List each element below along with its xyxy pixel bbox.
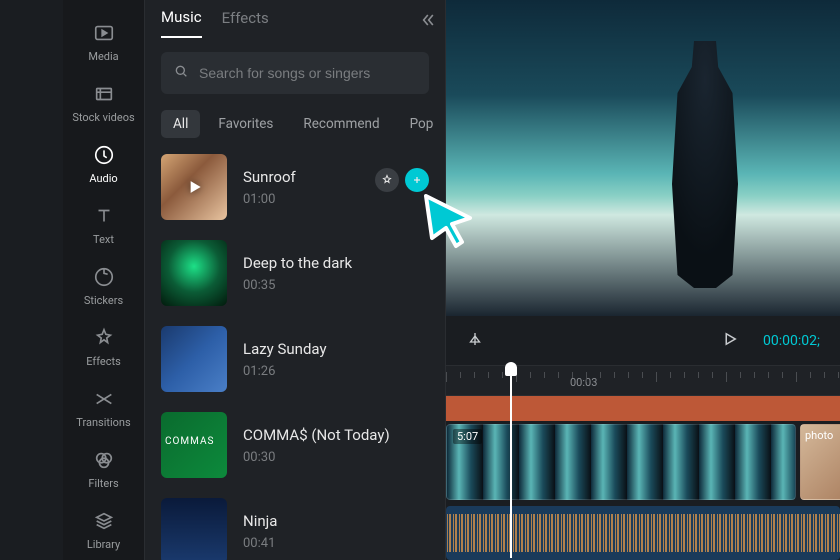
stickers-icon [93, 266, 115, 288]
waveform-icon [446, 514, 840, 552]
song-duration: 00:41 [243, 536, 429, 551]
song-duration: 00:30 [243, 450, 429, 465]
nav-label: Audio [89, 172, 117, 185]
nav-library[interactable]: Library [69, 500, 139, 559]
category-chips: All Favorites Recommend Pop [161, 110, 445, 138]
track-band-1[interactable] [446, 396, 840, 421]
song-duration: 01:00 [243, 192, 429, 207]
nav-audio[interactable]: Audio [69, 134, 139, 193]
nav-transitions[interactable]: Transitions [69, 378, 139, 437]
song-title: Lazy Sunday [243, 340, 429, 358]
tab-effects[interactable]: Effects [222, 9, 269, 37]
song-row[interactable]: Sunroof 01:00 [161, 154, 429, 220]
song-row[interactable]: Deep to the dark 00:35 [161, 240, 429, 306]
nav-media[interactable]: Media [69, 12, 139, 71]
ruler-label: 00:03 [570, 376, 597, 389]
transitions-icon [93, 388, 115, 410]
nav-label: Text [93, 233, 114, 246]
nav-label: Effects [86, 355, 121, 368]
song-duration: 01:26 [243, 364, 429, 379]
audio-clip[interactable] [446, 506, 840, 560]
song-title: COMMA$ (Not Today) [243, 426, 429, 444]
song-meta: COMMA$ (Not Today) 00:30 [243, 426, 429, 465]
mirror-icon[interactable] [466, 330, 484, 352]
stock-icon [93, 83, 115, 105]
timeline-tracks: 5:07 photo [446, 396, 840, 560]
song-meta: Deep to the dark 00:35 [243, 254, 429, 293]
song-thumbnail[interactable] [161, 498, 227, 560]
clip-duration-label: 5:07 [453, 429, 482, 444]
nav-effects[interactable]: Effects [69, 317, 139, 376]
song-duration: 00:35 [243, 278, 429, 293]
left-nav-rail: Media Stock videos Audio Text Stickers E… [63, 0, 145, 560]
timeline-controls: 00:00:02; [446, 316, 840, 366]
nav-label: Stock videos [72, 111, 134, 124]
nav-stock[interactable]: Stock videos [69, 73, 139, 132]
nav-stickers[interactable]: Stickers [69, 256, 139, 315]
song-list: Sunroof 01:00 Deep to the dark 00:35 Laz… [145, 154, 445, 560]
nav-label: Library [87, 538, 120, 551]
song-thumbnail[interactable] [161, 154, 227, 220]
chip-all[interactable]: All [161, 110, 200, 138]
song-title: Deep to the dark [243, 254, 429, 272]
nav-filters[interactable]: Filters [69, 439, 139, 498]
cursor-pointer-icon [418, 188, 482, 252]
nav-label: Stickers [84, 294, 123, 307]
filters-icon [93, 449, 115, 471]
song-meta: Lazy Sunday 01:26 [243, 340, 429, 379]
search-input[interactable] [199, 65, 417, 81]
video-clip[interactable]: 5:07 [446, 424, 796, 500]
video-track[interactable]: 5:07 photo [446, 424, 840, 500]
video-preview[interactable] [446, 0, 840, 316]
song-row[interactable]: Lazy Sunday 01:26 [161, 326, 429, 392]
play-icon[interactable] [721, 330, 739, 352]
timecode: 00:00:02; [763, 333, 820, 349]
library-icon [93, 510, 115, 532]
song-thumbnail[interactable] [161, 240, 227, 306]
audio-panel: Music Effects All Favorites Recommend Po… [145, 0, 446, 560]
search-bar[interactable] [161, 52, 429, 94]
song-meta: Ninja 00:41 [243, 512, 429, 551]
collapse-panel-button[interactable] [417, 10, 437, 30]
chip-recommend[interactable]: Recommend [291, 110, 391, 138]
playhead[interactable] [510, 368, 512, 558]
tab-music[interactable]: Music [161, 8, 202, 38]
song-thumbnail[interactable] [161, 326, 227, 392]
effects-icon [93, 327, 115, 349]
media-icon [93, 22, 115, 44]
nav-label: Media [88, 50, 118, 63]
clip-label: photo [805, 429, 833, 442]
play-icon[interactable] [161, 154, 227, 220]
song-row[interactable]: COMMA$ (Not Today) 00:30 [161, 412, 429, 478]
nav-label: Transitions [76, 416, 130, 429]
text-icon [93, 205, 115, 227]
song-row[interactable]: Ninja 00:41 [161, 498, 429, 560]
search-icon [173, 63, 189, 83]
photo-clip[interactable]: photo [800, 424, 840, 500]
chip-pop[interactable]: Pop [398, 110, 446, 138]
chip-favorites[interactable]: Favorites [206, 110, 285, 138]
audio-track[interactable] [446, 506, 840, 560]
audio-icon [93, 144, 115, 166]
nav-text[interactable]: Text [69, 195, 139, 254]
song-title: Ninja [243, 512, 429, 530]
nav-label: Filters [88, 477, 118, 490]
preview-frame [650, 28, 760, 288]
favorite-button[interactable] [375, 168, 399, 192]
panel-tabs: Music Effects [145, 0, 445, 38]
song-thumbnail[interactable] [161, 412, 227, 478]
